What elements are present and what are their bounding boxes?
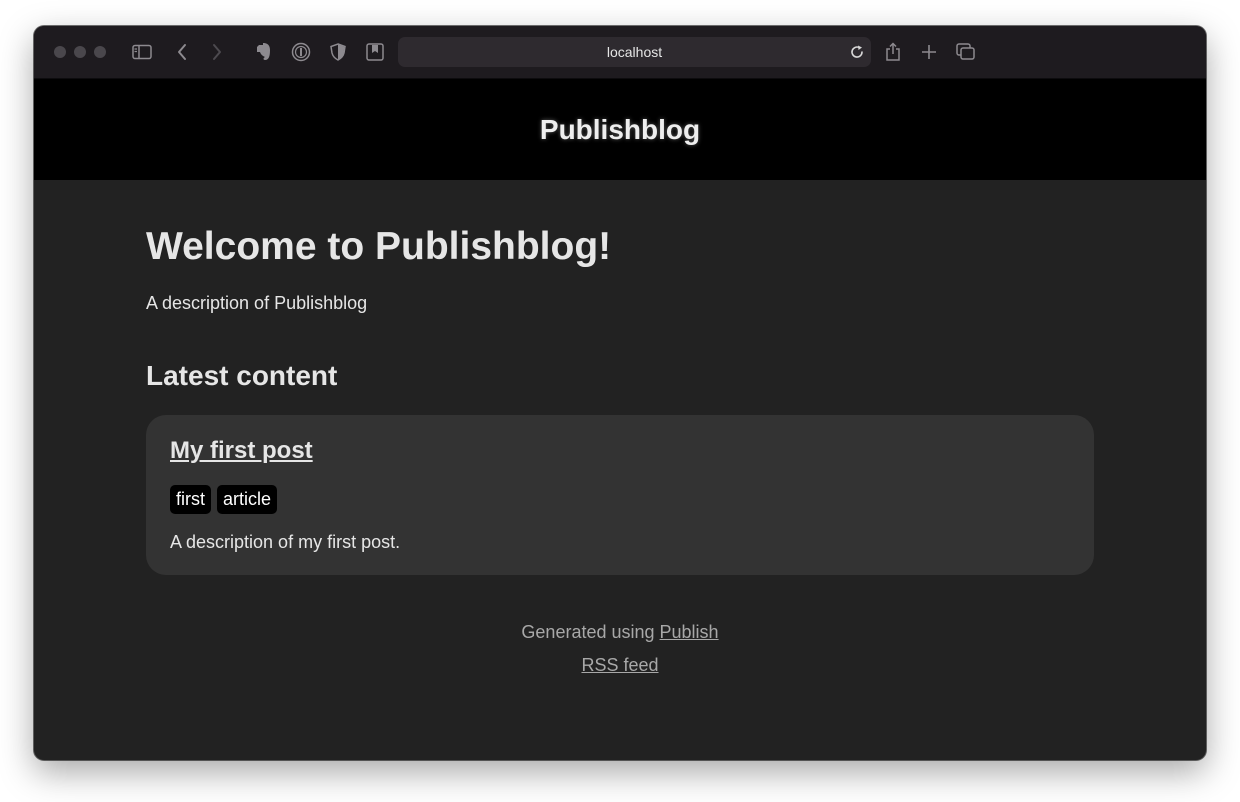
evernote-icon[interactable] xyxy=(254,40,274,64)
section-title: Latest content xyxy=(146,360,338,391)
forward-icon[interactable] xyxy=(209,40,225,64)
minimize-window-button[interactable] xyxy=(74,46,86,58)
tag-first[interactable]: first xyxy=(170,485,211,514)
back-icon[interactable] xyxy=(174,40,190,64)
tag-list: first article xyxy=(170,485,278,514)
bookmark-icon[interactable] xyxy=(366,40,384,64)
generated-prefix: Generated using xyxy=(521,622,655,642)
browser-window: localhost Publishblog Welcome to Publish… xyxy=(34,26,1206,760)
tab-overview-icon[interactable] xyxy=(956,40,976,64)
password-manager-icon[interactable] xyxy=(291,40,311,64)
generated-line: Generated using Publish xyxy=(34,616,1206,649)
post-description: A description of my first post. xyxy=(170,532,401,552)
post-card: My first post first article A descriptio… xyxy=(146,415,1094,575)
tag-article[interactable]: article xyxy=(217,485,278,514)
share-icon[interactable] xyxy=(884,40,902,64)
page-title: Welcome to Publishblog! xyxy=(146,225,612,268)
site-name-link[interactable]: Publishblog xyxy=(540,114,700,146)
address-bar[interactable]: localhost xyxy=(398,37,871,67)
new-tab-icon[interactable] xyxy=(920,40,938,64)
zoom-window-button[interactable] xyxy=(94,46,106,58)
site-header: Publishblog xyxy=(34,79,1206,180)
sidebar-icon[interactable] xyxy=(131,40,153,64)
site-footer: Generated using Publish RSS feed xyxy=(34,616,1206,682)
page-description: A description of Publishblog xyxy=(146,293,368,313)
close-window-button[interactable] xyxy=(54,46,66,58)
rss-line: RSS feed xyxy=(34,649,1206,682)
publish-link[interactable]: Publish xyxy=(660,622,719,642)
browser-toolbar: localhost xyxy=(34,26,1206,79)
reload-icon[interactable] xyxy=(849,44,865,60)
address-text: localhost xyxy=(606,44,663,60)
privacy-shield-icon[interactable] xyxy=(329,40,347,64)
rss-feed-link[interactable]: RSS feed xyxy=(581,655,658,675)
post-title-link[interactable]: My first post xyxy=(170,437,313,465)
